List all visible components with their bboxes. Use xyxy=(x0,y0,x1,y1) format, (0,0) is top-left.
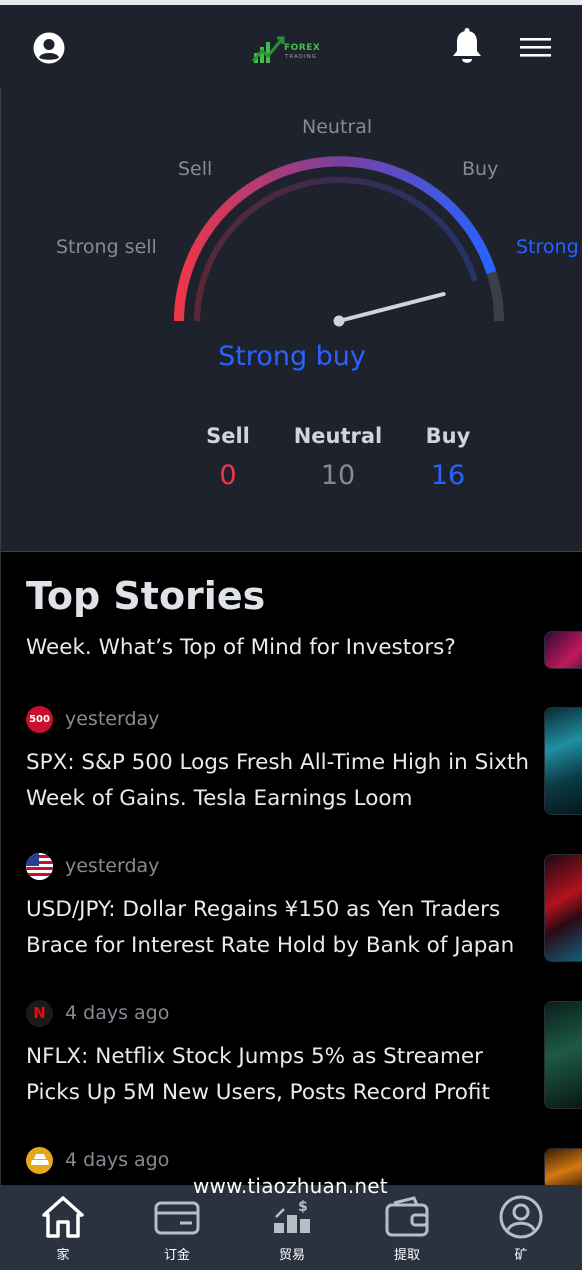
count-sell-label: Sell xyxy=(206,424,250,448)
story-item[interactable]: Week. What’s Top of Mind for Investors? xyxy=(26,630,536,666)
gauge-dial xyxy=(174,156,504,327)
story-time: 4 days ago xyxy=(65,1002,170,1024)
story-thumbnail[interactable] xyxy=(544,854,582,962)
netflix-icon: N xyxy=(26,999,53,1027)
count-buy-label: Buy xyxy=(425,424,471,448)
story-item[interactable]: yesterday USD/JPY: Dollar Regains ¥150 a… xyxy=(26,852,536,964)
nav-home[interactable]: 家 xyxy=(23,1185,103,1270)
top-stories-section: Top Stories Week. What’s Top of Mind for… xyxy=(0,551,582,1186)
story-thumbnail[interactable] xyxy=(544,1001,582,1109)
count-neutral-value: 10 xyxy=(320,460,356,491)
story-headline[interactable]: SPX: S&P 500 Logs Fresh All-Time High in… xyxy=(26,745,536,817)
story-time: 4 days ago xyxy=(65,1149,170,1171)
nav-home-label: 家 xyxy=(56,1248,70,1263)
story-headline[interactable]: Week. What’s Top of Mind for Investors? xyxy=(26,630,536,666)
app-header: FOREX TRADING xyxy=(0,5,582,88)
gauge-needle-hub xyxy=(333,315,345,327)
gold-icon xyxy=(26,1146,53,1174)
story-item[interactable]: N 4 days ago NFLX: Netflix Stock Jumps 5… xyxy=(26,999,536,1111)
menu-icon[interactable] xyxy=(520,38,551,62)
gauge-progress-arc xyxy=(174,156,497,322)
nav-trade-label: 贸易 xyxy=(278,1248,305,1263)
count-buy-value: 16 xyxy=(430,460,466,491)
section-title: Top Stories xyxy=(26,574,266,618)
count-neutral: Neutral 10 xyxy=(283,424,393,491)
home-icon xyxy=(42,1196,84,1238)
gauge-track xyxy=(174,156,504,322)
story-thumbnail[interactable] xyxy=(544,631,582,669)
svg-text:$: $ xyxy=(298,1199,308,1215)
trade-icon: $ xyxy=(274,1199,310,1233)
story-thumbnail[interactable] xyxy=(544,1148,582,1186)
technical-gauge-panel: Strong sell Sell Neutral Buy Strong Stro… xyxy=(0,88,582,551)
count-sell: Sell 0 xyxy=(173,424,283,491)
story-thumbnail[interactable] xyxy=(544,707,582,815)
story-time: yesterday xyxy=(65,708,160,730)
gauge-summary: Strong buy xyxy=(218,341,366,372)
watermark-text: www.tiaozhuan.net xyxy=(193,1174,388,1198)
story-headline[interactable]: USD/JPY: Dollar Regains ¥150 as Yen Trad… xyxy=(26,892,536,964)
nav-withdraw-label: 提取 xyxy=(393,1248,420,1263)
user-icon xyxy=(499,1195,543,1239)
wallet-icon xyxy=(385,1196,429,1237)
count-sell-value: 0 xyxy=(219,460,237,491)
forex-trading-logo[interactable]: FOREX TRADING xyxy=(252,33,328,67)
profile-icon[interactable] xyxy=(33,32,65,68)
story-item[interactable]: 4 days ago xyxy=(26,1146,536,1174)
story-headline[interactable]: NFLX: Netflix Stock Jumps 5% as Streamer… xyxy=(26,1039,536,1111)
logo-text-forex: FOREX xyxy=(284,43,321,53)
story-time: yesterday xyxy=(65,855,160,877)
sp500-icon: 500 xyxy=(26,705,53,733)
us-flag-icon xyxy=(26,852,53,880)
story-item[interactable]: 500 yesterday SPX: S&P 500 Logs Fresh Al… xyxy=(26,705,536,817)
count-buy: Buy 16 xyxy=(393,424,503,491)
logo-text-trading: TRADING xyxy=(285,54,317,60)
card-icon xyxy=(154,1201,200,1235)
nav-deposit-label: 订金 xyxy=(163,1248,190,1263)
nav-mine[interactable]: 矿 xyxy=(481,1185,561,1270)
bell-icon[interactable] xyxy=(451,28,483,70)
gauge-needle xyxy=(337,292,446,323)
count-neutral-label: Neutral xyxy=(293,424,383,448)
nav-mine-label: 矿 xyxy=(514,1248,528,1263)
